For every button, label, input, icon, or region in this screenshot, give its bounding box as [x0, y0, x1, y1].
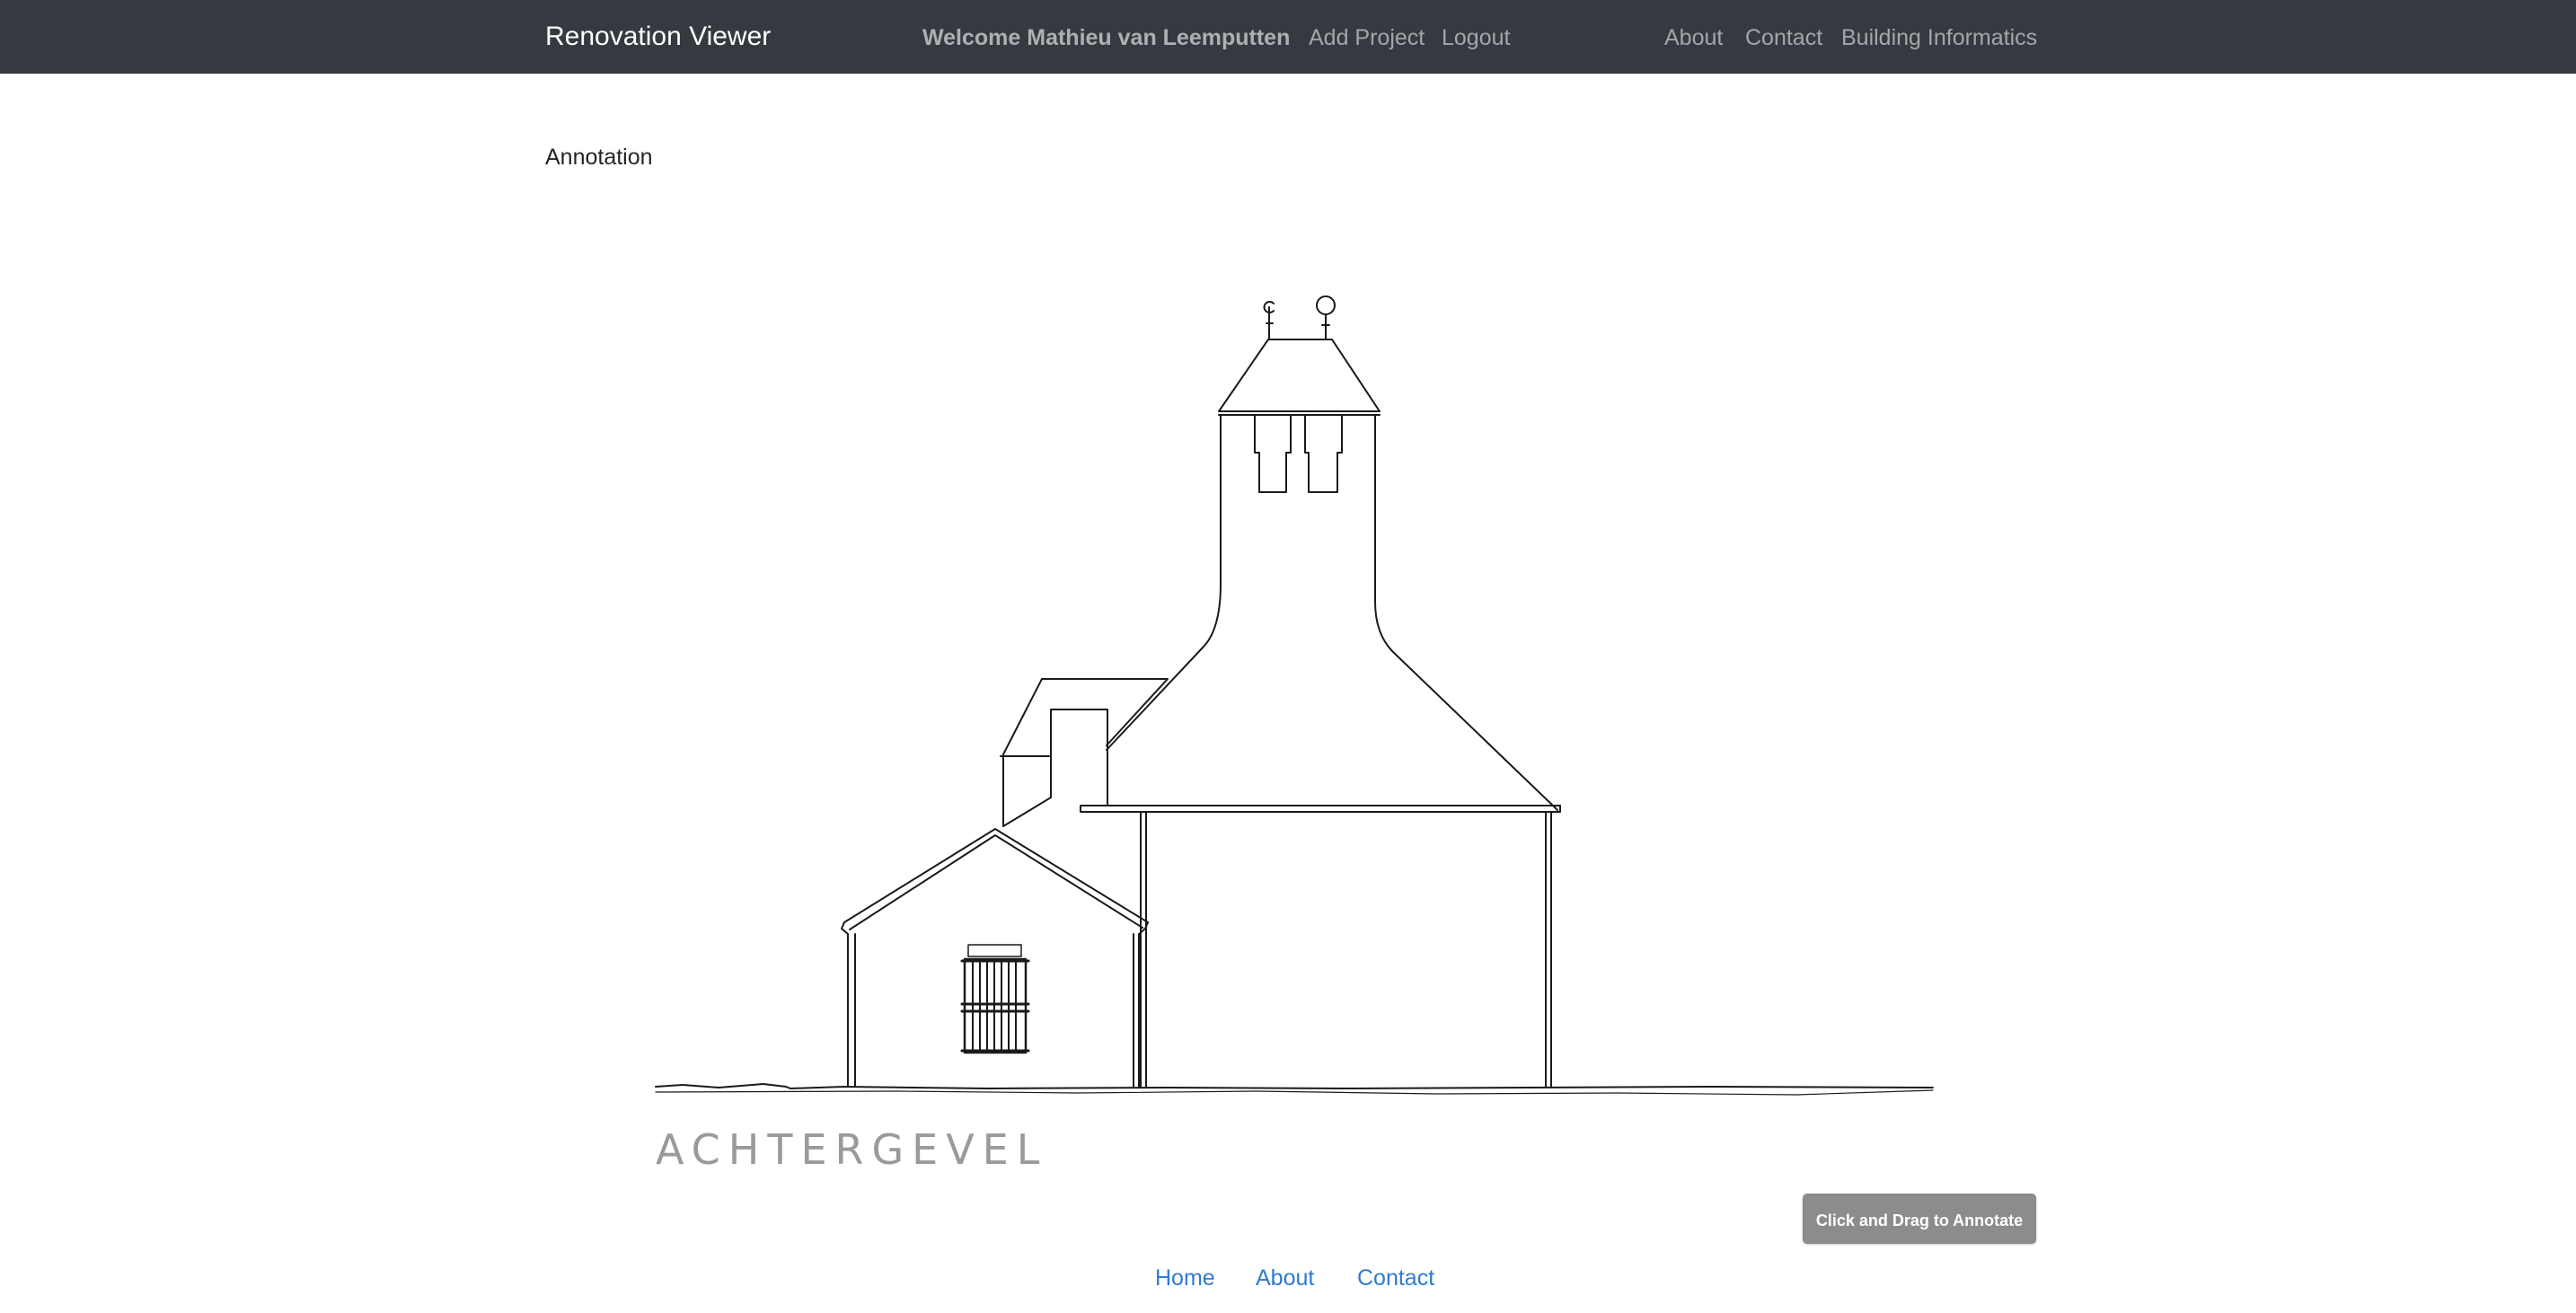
- main-eave: [1080, 805, 1561, 813]
- ground-line: [655, 1083, 1934, 1089]
- main-roof: [1553, 806, 1558, 811]
- welcome-user-text: Welcome Mathieu van Leemputten: [922, 25, 1291, 50]
- drawing-title-label: ACHTERGEVEL: [656, 1125, 1048, 1174]
- tower-body: [1106, 414, 1222, 751]
- nav-about-link[interactable]: About: [1664, 22, 1723, 54]
- chimney: [1050, 709, 1108, 793]
- tower-cap: [1218, 339, 1381, 412]
- globe-finial: [1316, 295, 1336, 315]
- page-title: Annotation: [545, 145, 653, 170]
- add-project-link[interactable]: Add Project: [1309, 22, 1425, 54]
- footer-home-link[interactable]: Home: [1155, 1263, 1215, 1293]
- gable-roof: [843, 828, 1149, 923]
- footer-contact-link[interactable]: Contact: [1357, 1263, 1434, 1293]
- building-elevation-drawing[interactable]: [0, 0, 2576, 1313]
- nav-contact-link[interactable]: Contact: [1745, 22, 1822, 54]
- ground-line-lower: [655, 1089, 1934, 1096]
- footer-about-link[interactable]: About: [1256, 1263, 1314, 1293]
- crescent-finial: [1263, 301, 1275, 313]
- brand-link[interactable]: Renovation Viewer: [545, 20, 771, 54]
- barred-window: [960, 944, 1030, 1054]
- top-navbar: Renovation Viewer Welcome Mathieu van Le…: [0, 0, 2576, 74]
- nav-building-informatics-link[interactable]: Building Informatics: [1841, 22, 2037, 54]
- logout-link[interactable]: Logout: [1442, 22, 1510, 54]
- annotate-button[interactable]: Click and Drag to Annotate: [1803, 1194, 2036, 1244]
- annex-roof: [1002, 678, 1169, 755]
